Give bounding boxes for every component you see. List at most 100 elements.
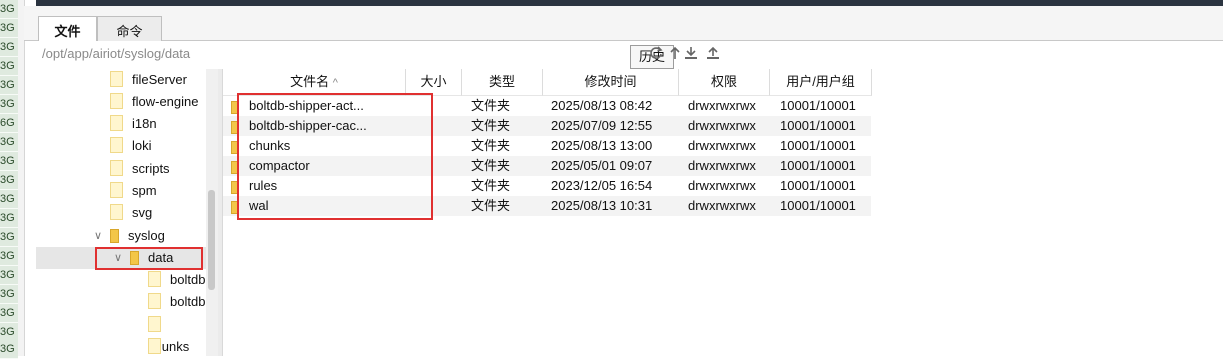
tree-item-label: syslog <box>128 228 165 243</box>
disk-usage-value: 3G <box>0 209 18 228</box>
disk-usage-value: 3G <box>0 304 18 323</box>
refresh-icon[interactable] <box>648 46 664 62</box>
collapse-chevron-icon[interactable]: ∨ <box>92 229 104 242</box>
left-panel-divider[interactable] <box>18 0 25 356</box>
column-header-label: 文件名 <box>290 74 330 89</box>
folder-icon <box>148 338 161 354</box>
file-type: 文件夹 <box>471 118 511 133</box>
folder-icon <box>110 115 123 131</box>
disk-usage-value: 3G <box>0 266 18 285</box>
tree-item-label: i18n <box>132 116 157 131</box>
file-permissions: drwxrwxrwx <box>688 98 756 113</box>
file-owner: 10001/10001 <box>780 158 856 173</box>
tree-item-label: flow-engine <box>132 94 199 109</box>
download-icon[interactable] <box>683 46 699 62</box>
tree-scrollbar[interactable] <box>206 69 218 356</box>
disk-usage-value: 3G <box>0 133 18 152</box>
disk-usage-value: 3G <box>0 152 18 171</box>
file-owner: 10001/10001 <box>780 98 856 113</box>
file-type: 文件夹 <box>471 138 511 153</box>
file-owner: 10001/10001 <box>780 198 856 213</box>
disk-usage-value: 3G <box>0 228 18 247</box>
folder-icon <box>110 182 123 198</box>
file-owner: 10001/10001 <box>780 138 856 153</box>
tree-item-label: spm <box>132 183 157 198</box>
file-type: 文件夹 <box>471 178 511 193</box>
file-permissions: drwxrwxrwx <box>688 178 756 193</box>
tree-item-loki[interactable]: loki <box>110 135 152 157</box>
tree-item-flow-engine[interactable]: flow-engine <box>110 91 199 113</box>
tree-item-svg[interactable]: svg <box>110 202 152 224</box>
file-mtime: 2025/05/01 09:07 <box>551 158 653 173</box>
tree-item-boltdb-active[interactable]: boltdb <box>148 269 205 291</box>
tree-item-boltdb-cache[interactable]: boltdb <box>148 291 205 313</box>
column-header-modified[interactable]: 修改时间 <box>543 69 679 96</box>
file-table: 文件名 ^ 大小 类型 修改时间 权限 用户/用户组 boltdb-shippe… <box>223 69 1223 356</box>
folder-icon <box>110 71 123 87</box>
highlight-box-tree-data <box>95 247 203 270</box>
sort-ascending-icon: ^ <box>332 77 338 89</box>
tree-item-scripts[interactable]: scripts <box>110 158 170 180</box>
disk-usage-value: 3G <box>0 190 18 209</box>
column-header-owner[interactable]: 用户/用户组 <box>770 69 872 96</box>
disk-usage-value: 3G <box>0 76 18 95</box>
directory-tree: fileServer flow-engine i18n loki scripts… <box>36 69 206 356</box>
folder-icon <box>110 93 123 109</box>
tree-item-label: fileServer <box>132 72 187 87</box>
tree-item-i18n[interactable]: i18n <box>110 113 157 135</box>
upload-arrow-icon[interactable] <box>667 46 683 62</box>
column-header-size[interactable]: 大小 <box>406 69 462 96</box>
highlight-box-file-list <box>237 93 433 220</box>
tree-item-label: loki <box>132 138 152 153</box>
disk-usage-value: 3G <box>0 285 18 304</box>
folder-icon <box>110 160 123 176</box>
file-type: 文件夹 <box>471 98 511 113</box>
path-bar: /opt/app/airiot/syslog/data 历史 <box>36 41 1223 69</box>
file-mtime: 2025/07/09 12:55 <box>551 118 653 133</box>
file-mtime: 2025/08/13 10:31 <box>551 198 653 213</box>
file-type: 文件夹 <box>471 198 511 213</box>
disk-usage-value: 3G <box>0 0 18 19</box>
disk-usage-value: 3G <box>0 95 18 114</box>
file-mtime: 2025/08/13 08:42 <box>551 98 653 113</box>
file-permissions: drwxrwxrwx <box>688 138 756 153</box>
column-header-name[interactable]: 文件名 ^ <box>223 69 406 96</box>
folder-icon <box>148 271 161 287</box>
folder-icon <box>148 316 161 332</box>
disk-usage-value: 3G <box>0 38 18 57</box>
disk-usage-value: 3G <box>0 340 18 359</box>
tree-item-label: scripts <box>132 161 170 176</box>
file-owner: 10001/10001 <box>780 118 856 133</box>
folder-open-icon <box>110 229 119 243</box>
tree-item-chunks[interactable]: chunks <box>148 314 206 354</box>
disk-usage-strip: 3G 3G 3G 3G 3G 3G 6G 3G 3G 3G 3G 3G 3G 3… <box>0 0 18 359</box>
file-permissions: drwxrwxrwx <box>688 158 756 173</box>
tree-item-compactor[interactable]: compa <box>148 336 206 358</box>
file-owner: 10001/10001 <box>780 178 856 193</box>
disk-usage-value: 3G <box>0 57 18 76</box>
folder-icon <box>110 204 123 220</box>
tab-bar: 文件 命令 <box>24 6 1223 47</box>
disk-usage-value: 3G <box>0 171 18 190</box>
column-header-permissions[interactable]: 权限 <box>679 69 770 96</box>
tree-item-label: boltdb <box>170 294 206 309</box>
file-type: 文件夹 <box>471 158 511 173</box>
tree-item-spm[interactable]: spm <box>110 180 157 202</box>
file-permissions: drwxrwxrwx <box>688 118 756 133</box>
disk-usage-value: 3G <box>0 247 18 266</box>
disk-usage-value: 6G <box>0 114 18 133</box>
folder-icon <box>148 293 161 309</box>
tree-item-label: svg <box>132 205 153 220</box>
tree-item-fileserver[interactable]: fileServer <box>110 69 187 91</box>
disk-usage-value: 3G <box>0 19 18 38</box>
file-permissions: drwxrwxrwx <box>688 198 756 213</box>
upload-icon[interactable] <box>705 46 721 62</box>
column-header-type[interactable]: 类型 <box>462 69 543 96</box>
file-mtime: 2025/08/13 13:00 <box>551 138 653 153</box>
tree-item-label: boltdb <box>170 272 206 287</box>
file-mtime: 2023/12/05 16:54 <box>551 178 653 193</box>
tree-item-syslog[interactable]: syslog <box>110 225 165 247</box>
folder-icon <box>110 137 123 153</box>
current-path[interactable]: /opt/app/airiot/syslog/data <box>42 46 190 61</box>
tree-scrollbar-thumb[interactable] <box>208 190 215 290</box>
